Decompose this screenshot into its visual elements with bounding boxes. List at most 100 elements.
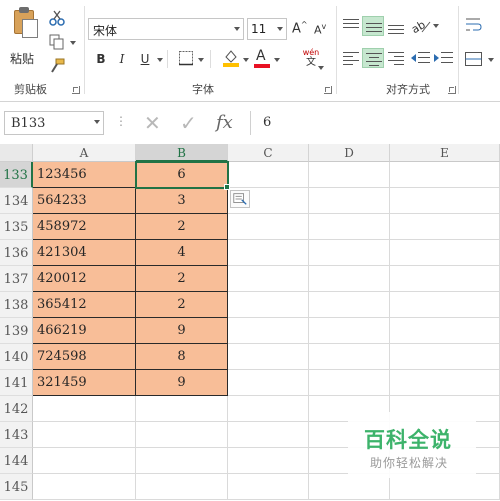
row-header[interactable]: 142 — [0, 396, 33, 422]
cell-e133[interactable] — [390, 162, 500, 188]
alignment-launcher-icon[interactable] — [448, 86, 456, 94]
formula-input[interactable]: 6 — [250, 111, 496, 135]
cell-c135[interactable] — [228, 214, 309, 240]
cell-d141[interactable] — [309, 370, 390, 396]
cell-b136[interactable]: 4 — [136, 240, 228, 266]
cell-d133[interactable] — [309, 162, 390, 188]
border-icon[interactable] — [178, 50, 194, 66]
cell-c138[interactable] — [228, 292, 309, 318]
cell-e138[interactable] — [390, 292, 500, 318]
row-header[interactable]: 135 — [0, 214, 33, 240]
align-right-button[interactable] — [385, 48, 407, 68]
cell-a144[interactable] — [33, 448, 136, 474]
merge-center-icon[interactable] — [464, 50, 484, 68]
cell-b134[interactable]: 3 — [136, 188, 228, 214]
row-header[interactable]: 137 — [0, 266, 33, 292]
cell-e141[interactable] — [390, 370, 500, 396]
cell-c133[interactable] — [228, 162, 309, 188]
cell-e134[interactable] — [390, 188, 500, 214]
row-header[interactable]: 136 — [0, 240, 33, 266]
border-dropdown-arrow[interactable] — [198, 58, 204, 62]
cell-e137[interactable] — [390, 266, 500, 292]
cell-a137[interactable]: 420012 — [33, 266, 136, 292]
column-header-c[interactable]: C — [228, 144, 309, 162]
align-middle-button[interactable] — [362, 16, 384, 36]
column-header-d[interactable]: D — [309, 144, 390, 162]
cell-e140[interactable] — [390, 344, 500, 370]
enter-icon[interactable]: ✓ — [180, 111, 197, 135]
cell-b139[interactable]: 9 — [136, 318, 228, 344]
cell-b145[interactable] — [136, 474, 228, 500]
cell-d138[interactable] — [309, 292, 390, 318]
cell-b144[interactable] — [136, 448, 228, 474]
row-header[interactable]: 141 — [0, 370, 33, 396]
name-box[interactable]: B133 — [4, 111, 104, 135]
cell-b138[interactable]: 2 — [136, 292, 228, 318]
insert-function-icon[interactable]: fx — [216, 111, 233, 135]
cell-c140[interactable] — [228, 344, 309, 370]
cell-c139[interactable] — [228, 318, 309, 344]
cell-d139[interactable] — [309, 318, 390, 344]
font-launcher-icon[interactable] — [324, 86, 332, 94]
cell-a138[interactable]: 365412 — [33, 292, 136, 318]
fill-color-dropdown-arrow[interactable] — [243, 58, 249, 62]
cell-b133[interactable]: 6 — [136, 162, 228, 188]
select-all-corner[interactable] — [0, 144, 33, 162]
cell-a145[interactable] — [33, 474, 136, 500]
orientation-dropdown-arrow[interactable] — [433, 24, 439, 28]
cell-c142[interactable] — [228, 396, 309, 422]
column-header-e[interactable]: E — [390, 144, 500, 162]
grow-font-button[interactable]: A^ — [292, 20, 308, 36]
cell-d135[interactable] — [309, 214, 390, 240]
row-header[interactable]: 134 — [0, 188, 33, 214]
column-header-a[interactable]: A — [33, 144, 136, 162]
copy-icon[interactable] — [48, 34, 66, 50]
row-header[interactable]: 143 — [0, 422, 33, 448]
row-header[interactable]: 139 — [0, 318, 33, 344]
quick-analysis-icon[interactable] — [230, 190, 250, 208]
align-center-button[interactable] — [362, 48, 384, 68]
cell-e139[interactable] — [390, 318, 500, 344]
cell-b141[interactable]: 9 — [136, 370, 228, 396]
cell-a139[interactable]: 466219 — [33, 318, 136, 344]
clipboard-launcher-icon[interactable] — [72, 86, 80, 94]
font-color-dropdown-arrow[interactable] — [274, 58, 280, 62]
shrink-font-button[interactable]: Av — [314, 22, 326, 37]
cell-c145[interactable] — [228, 474, 309, 500]
cut-icon[interactable] — [48, 10, 66, 26]
bold-button[interactable]: B — [92, 50, 110, 68]
cell-e135[interactable] — [390, 214, 500, 240]
row-header[interactable]: 145 — [0, 474, 33, 500]
wrap-text-icon[interactable] — [464, 16, 484, 34]
font-size-select[interactable]: 11 — [247, 18, 287, 40]
cell-c137[interactable] — [228, 266, 309, 292]
cell-d134[interactable] — [309, 188, 390, 214]
increase-indent-button[interactable] — [433, 48, 455, 68]
cell-c136[interactable] — [228, 240, 309, 266]
cell-a136[interactable]: 421304 — [33, 240, 136, 266]
cell-a135[interactable]: 458972 — [33, 214, 136, 240]
cell-d137[interactable] — [309, 266, 390, 292]
row-header[interactable]: 144 — [0, 448, 33, 474]
cell-d136[interactable] — [309, 240, 390, 266]
cancel-icon[interactable]: ✕ — [144, 111, 161, 135]
copy-dropdown-arrow[interactable] — [70, 41, 76, 45]
paste-button[interactable]: 粘贴 — [6, 6, 44, 66]
cell-d140[interactable] — [309, 344, 390, 370]
align-top-button[interactable] — [340, 16, 362, 36]
cell-a141[interactable]: 321459 — [33, 370, 136, 396]
cell-e136[interactable] — [390, 240, 500, 266]
fill-color-icon[interactable] — [222, 48, 240, 68]
merge-dropdown-arrow[interactable] — [488, 58, 494, 62]
cell-b137[interactable]: 2 — [136, 266, 228, 292]
font-name-select[interactable]: 宋体 — [88, 18, 244, 40]
cell-a143[interactable] — [33, 422, 136, 448]
italic-button[interactable]: I — [113, 50, 131, 68]
cell-a134[interactable]: 564233 — [33, 188, 136, 214]
cell-a142[interactable] — [33, 396, 136, 422]
cell-c141[interactable] — [228, 370, 309, 396]
align-left-button[interactable] — [340, 48, 362, 68]
cell-c143[interactable] — [228, 422, 309, 448]
decrease-indent-button[interactable] — [410, 48, 432, 68]
cell-c144[interactable] — [228, 448, 309, 474]
